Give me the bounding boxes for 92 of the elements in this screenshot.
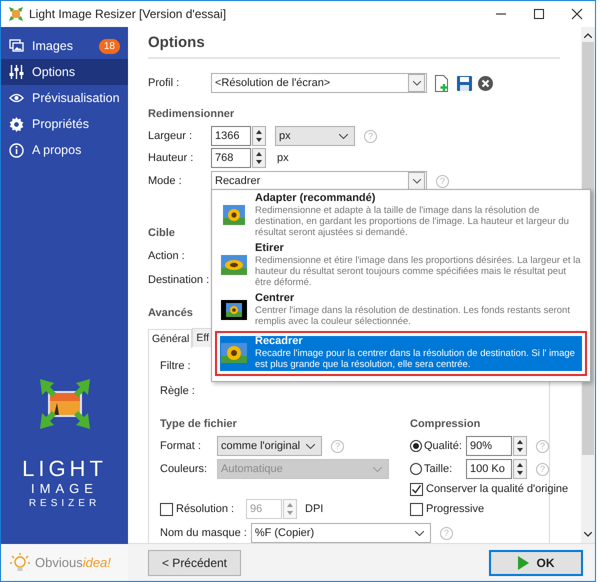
sidebar-item[interactable]: A propos bbox=[1, 137, 128, 163]
spin-buttons[interactable] bbox=[252, 126, 266, 146]
maximize-button[interactable] bbox=[533, 8, 545, 20]
menu-option[interactable]: Centrer Centrer l'image dans la résolution de destination. Les fonds restants seront remplis avec la couleur sélectionnée. bbox=[215, 290, 587, 329]
section-heading: Cible bbox=[148, 226, 175, 241]
field-label: Largeur : bbox=[148, 130, 194, 142]
gear-icon bbox=[9, 116, 24, 132]
tab[interactable]: Eff bbox=[192, 328, 212, 347]
logo-text: RESIZER bbox=[28, 497, 100, 510]
option-title: Recadrer bbox=[255, 335, 303, 348]
app-icon bbox=[9, 7, 23, 21]
field-label: Format : bbox=[160, 440, 202, 452]
delete-icon[interactable] bbox=[478, 76, 493, 90]
scroll-up-icon[interactable] bbox=[584, 33, 592, 38]
chevron-down-icon bbox=[306, 444, 315, 448]
sunflower-icon bbox=[221, 300, 247, 320]
checkbox[interactable] bbox=[410, 482, 423, 496]
chevron-down-icon bbox=[373, 466, 382, 472]
spin-buttons[interactable] bbox=[513, 459, 527, 479]
radio-button[interactable] bbox=[410, 440, 422, 452]
width-input[interactable]: 1366 bbox=[211, 126, 251, 146]
logo-text: LIGHT bbox=[22, 457, 107, 481]
chevron-down-icon bbox=[412, 178, 420, 184]
field-label: Mode : bbox=[148, 175, 183, 187]
mask-dropdown[interactable]: %F (Copier) bbox=[250, 523, 431, 543]
previous-button[interactable]: < Précédent bbox=[148, 550, 241, 576]
option-title: Adapter (recommandé) bbox=[255, 192, 376, 205]
window-title: Light Image Resizer [Version d'essai] bbox=[29, 7, 226, 21]
field-label: Profil : bbox=[148, 77, 180, 89]
option-label: Qualité: bbox=[424, 440, 463, 452]
tab[interactable]: Général bbox=[148, 329, 192, 348]
eye-icon bbox=[9, 93, 24, 103]
option-title: Etirer bbox=[255, 242, 284, 255]
sidebar-item[interactable]: Images 18 bbox=[1, 33, 128, 59]
size-input[interactable]: 100 Ko bbox=[466, 459, 512, 479]
sunflower-icon bbox=[221, 205, 247, 225]
sliders-icon bbox=[9, 65, 24, 79]
save-icon[interactable] bbox=[457, 76, 472, 90]
option-description: Centrer l'image dans la résolution de destination. Les fonds restants seront remplis avec la couleur sélectionnée. bbox=[255, 305, 571, 327]
field-label: Hauteur : bbox=[148, 152, 194, 164]
format-dropdown[interactable]: comme l'original bbox=[217, 436, 322, 456]
section-heading: Redimensionner bbox=[148, 107, 234, 122]
quality-input[interactable]: 90% bbox=[466, 436, 512, 456]
field-label: Nom du masque : bbox=[160, 527, 247, 539]
option-description: Redimensionne et adapte à la taille de l'image dans la résolution de destination, en gardant les proportions de l'image. La hauteur et largeur du résultat seront ajustées si demandé. bbox=[255, 205, 570, 238]
sidebar-item[interactable]: Options bbox=[1, 59, 128, 85]
option-label: Conserver la qualité d'origine bbox=[426, 483, 568, 495]
section-heading: Compression bbox=[410, 417, 480, 432]
field-label: Règle : bbox=[160, 385, 196, 397]
section-heading: Type de fichier bbox=[160, 417, 237, 432]
scroll-down-icon[interactable] bbox=[584, 532, 592, 537]
checkbox[interactable] bbox=[410, 502, 423, 516]
unit-label: px bbox=[277, 152, 289, 164]
unit-dropdown[interactable]: px bbox=[275, 126, 355, 146]
option-label: Taille: bbox=[424, 463, 454, 475]
logo-text: IMAGE bbox=[31, 481, 98, 497]
sidebar-item[interactable]: Prévisualisation bbox=[1, 85, 128, 111]
sidebar-item[interactable]: Propriétés bbox=[1, 111, 128, 137]
sunflower-icon bbox=[221, 342, 247, 362]
menu-option[interactable]: Recadrer Recadre l'image pour la centrer dans la résolution de destination. Si l' image est plus grande que la résolution, elle sera centrée. bbox=[215, 331, 587, 376]
radio-button[interactable] bbox=[410, 463, 422, 475]
lightbulb-icon bbox=[9, 552, 31, 574]
option-label: Progressive bbox=[426, 503, 484, 515]
height-input[interactable]: 768 bbox=[211, 148, 251, 168]
info-icon bbox=[9, 142, 24, 158]
section-heading: Avancés bbox=[148, 306, 193, 321]
images-icon bbox=[9, 39, 24, 53]
ok-button[interactable]: OK bbox=[489, 550, 583, 576]
option-label: Résolution : bbox=[176, 503, 236, 515]
page-title: Options bbox=[148, 31, 560, 59]
count-badge: 18 bbox=[98, 38, 120, 54]
chevron-down-icon bbox=[414, 530, 424, 536]
close-button[interactable] bbox=[571, 8, 583, 20]
option-description: Recadre l'image pour la centrer dans la résolution de destination. Si l' image est plus grande que la résolution, elle sera centrée. bbox=[255, 348, 576, 370]
photo-arrows-icon bbox=[40, 379, 90, 429]
mode-dropdown[interactable]: Recadrer bbox=[211, 171, 427, 191]
field-label: Filtre : bbox=[160, 360, 192, 372]
option-title: Centrer bbox=[255, 292, 294, 305]
spin-buttons[interactable] bbox=[252, 148, 266, 168]
field-label: Couleurs: bbox=[160, 463, 208, 475]
chevron-down-icon bbox=[339, 134, 348, 138]
menu-option[interactable]: Etirer Redimensionne et étire l'image dans les proportions désirées. La largeur et la hauteur du résultat seront toujours comme spécifiées mais le résultat peut être déformé. bbox=[215, 240, 587, 290]
new-file-icon[interactable] bbox=[435, 74, 449, 92]
unit-label: DPI bbox=[305, 503, 324, 515]
chevron-down-icon bbox=[412, 80, 420, 86]
option-description: Redimensionne et étire l'image dans les proportions désirées. La largeur et la hauteur du résultat seront toujours comme spécifiées mais le résultat peut être déformé. bbox=[255, 255, 582, 288]
spin-buttons[interactable] bbox=[513, 436, 527, 456]
play-icon bbox=[518, 556, 528, 570]
field-label: Destination : bbox=[148, 274, 210, 286]
sunflower-icon bbox=[221, 255, 247, 275]
field-label: Action : bbox=[148, 250, 186, 262]
profile-dropdown[interactable]: <Résolution de l'écran> bbox=[211, 73, 427, 93]
